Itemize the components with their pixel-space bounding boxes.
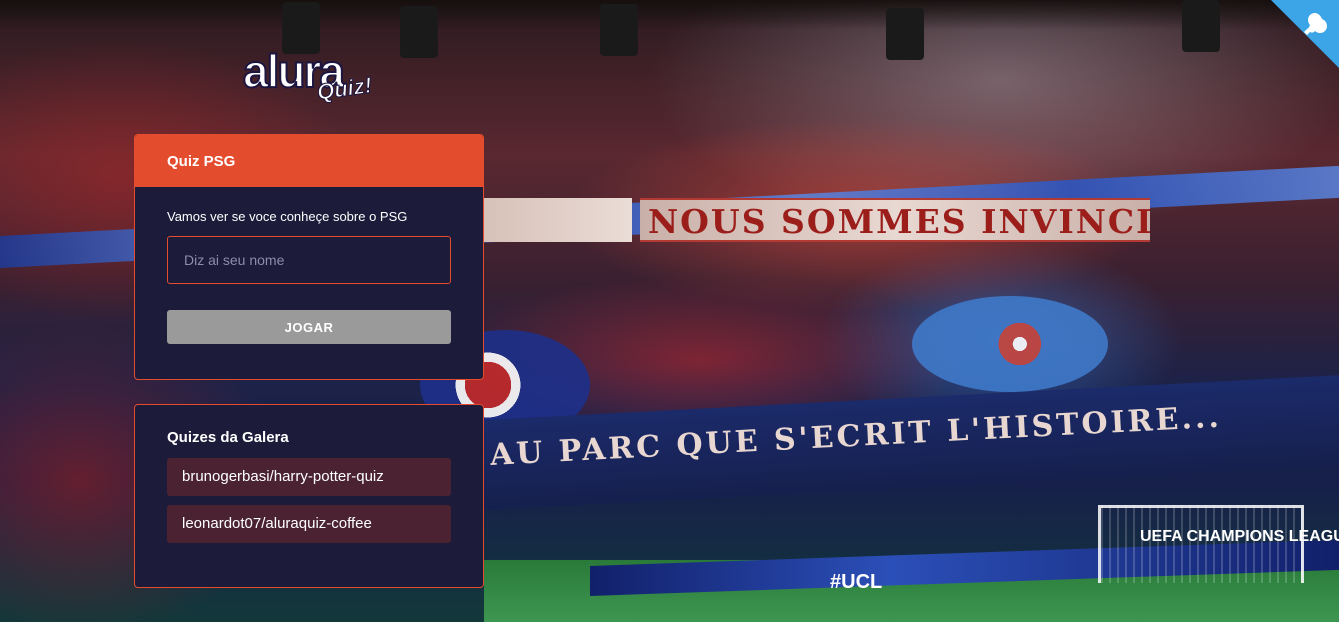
quiz-widget-content: Vamos ver se voce conheçe sobre o PSG JO… [135,187,483,344]
quiz-home-page: NOUS SOMMES INVINCIBLES AU PARC QUE S'EC… [0,0,1339,622]
start-quiz-form: JOGAR [167,236,451,344]
community-widget-content: Quizes da Galera brunogerbasi/harry-pott… [135,405,483,543]
quiz-description: Vamos ver se voce conheçe sobre o PSG [167,209,408,224]
goal-board-text: UEFA CHAMPIONS LEAGUE [1140,528,1339,545]
community-quizzes-widget: Quizes da Galera brunogerbasi/harry-pott… [134,404,484,588]
banner-top: NOUS SOMMES INVINCIBLES [640,198,1150,242]
stadium-spotlight [400,6,438,58]
banner-top-left [484,198,632,242]
quiz-widget: Quiz PSG Vamos ver se voce conheçe sobre… [134,134,484,380]
quiz-widget-title: Quiz PSG [167,152,236,170]
club-crest-flag [912,296,1108,392]
github-octocat-icon [1271,0,1339,68]
quiz-widget-header: Quiz PSG [135,135,483,187]
alura-quiz-logo: alura Quiz! [242,47,383,110]
community-widget-title: Quizes da Galera [167,429,289,446]
stadium-spotlight [1182,0,1220,52]
stadium-roof [0,0,1339,30]
quiz-link-item[interactable]: brunogerbasi/harry-potter-quiz [167,458,451,496]
stadium-spotlight [600,4,638,56]
github-corner-link[interactable] [1271,0,1339,68]
play-button[interactable]: JOGAR [167,310,451,344]
name-input[interactable] [167,236,451,284]
stadium-spotlight [886,8,924,60]
quiz-link-item[interactable]: leonardot07/aluraquiz-coffee [167,505,451,543]
ad-board-text: #UCL [830,571,883,593]
